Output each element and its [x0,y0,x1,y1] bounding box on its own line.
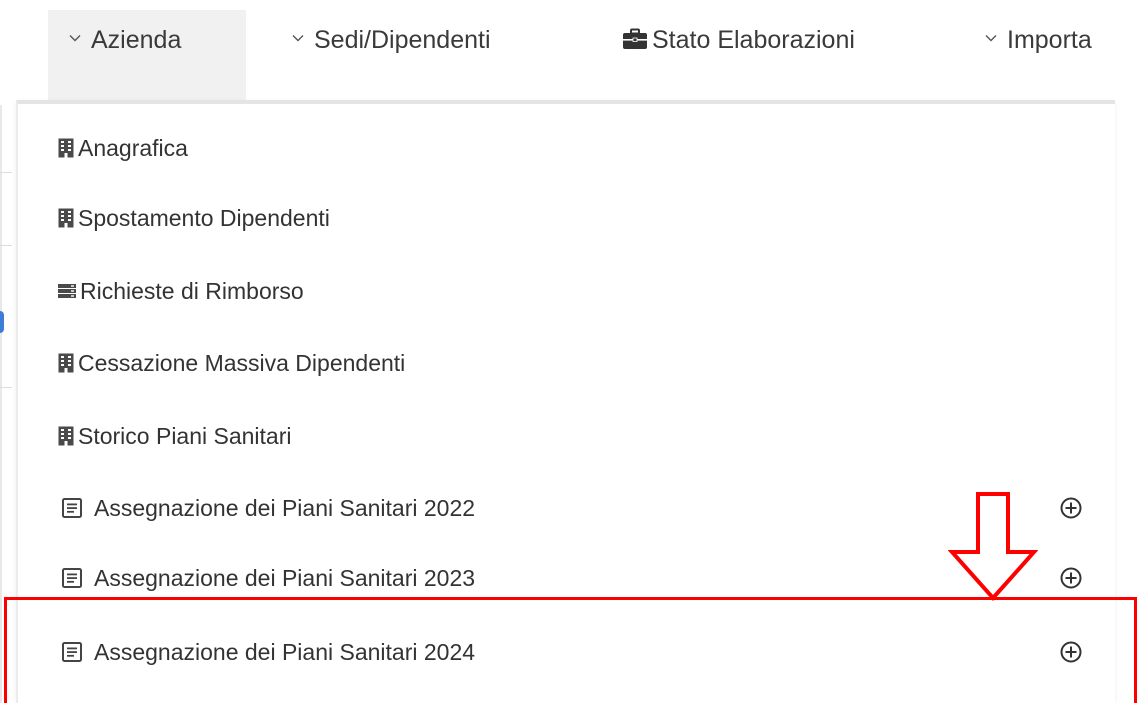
list-alt-icon [62,568,82,588]
tab-importa[interactable]: Importa [985,10,1115,100]
divider [0,245,12,246]
building-icon [58,138,74,158]
chevron-down-icon [69,35,81,42]
divider [0,172,12,173]
building-icon [58,353,74,373]
building-icon [58,208,74,228]
menu-item-label: Cessazione Massiva Dipendenti [78,349,406,376]
building-icon [58,426,74,446]
top-navigation: Azienda Sedi/Dipendenti Stato Elaborazio… [0,0,1115,103]
menu-item-label: Assegnazione dei Piani Sanitari 2023 [94,564,476,591]
menu-item-label: Storico Piani Sanitari [78,422,292,449]
tab-label: Azienda [91,26,182,54]
tab-label: Stato Elaborazioni [652,26,855,54]
tab-sedi-dipendenti[interactable]: Sedi/Dipendenti [292,10,491,100]
menu-item-label: Richieste di Rimborso [80,277,304,304]
tab-azienda[interactable]: Azienda [48,10,246,100]
page-edge [0,105,2,703]
menu-item-label: Spostamento Dipendenti [78,204,330,231]
plus-circle-icon[interactable] [1060,497,1082,519]
plus-circle-icon[interactable] [1060,567,1082,589]
menu-item-richieste-di-rimborso[interactable]: Richieste di Rimborso [18,261,1115,321]
highlight-box [4,597,1137,703]
menu-item-label: Anagrafica [78,134,188,161]
menu-item-anagrafica[interactable]: Anagrafica [18,118,1115,178]
server-icon [58,284,76,298]
tab-label: Sedi/Dipendenti [314,26,491,54]
menu-item-label: Assegnazione dei Piani Sanitari 2022 [94,494,476,521]
chevron-down-icon [292,35,304,42]
page-accent [0,311,4,333]
tab-stato-elaborazioni[interactable]: Stato Elaborazioni [622,10,855,100]
list-alt-icon [62,498,82,518]
chevron-down-icon [985,35,997,42]
menu-item-spostamento-dipendenti[interactable]: Spostamento Dipendenti [18,188,1115,248]
arrow-down-icon [948,492,1038,602]
tab-label: Importa [1007,26,1092,54]
menu-item-cessazione-massiva-dipendenti[interactable]: Cessazione Massiva Dipendenti [18,333,1115,393]
menu-item-storico-piani-sanitari[interactable]: Storico Piani Sanitari [18,406,1115,466]
divider [0,387,12,388]
briefcase-icon [623,28,647,49]
